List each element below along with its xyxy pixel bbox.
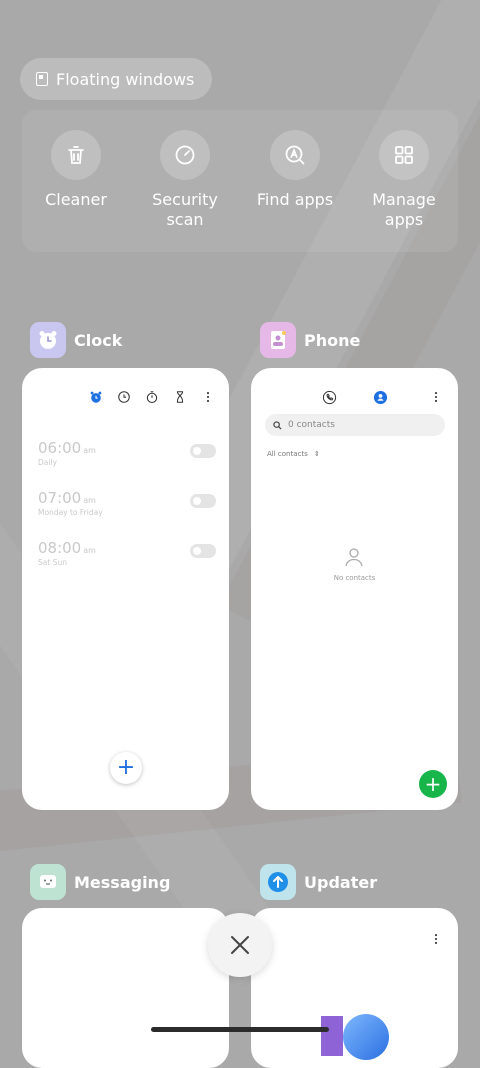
updater-illustration-block [321,1016,343,1056]
quick-tools-panel: Cleaner Security scan Find apps Manage a… [22,110,458,252]
manage-apps-circle [379,130,429,180]
search-icon [273,420,282,430]
alarm-repeat: Monday to Friday [38,508,103,517]
clock-app-icon [30,322,66,358]
clock-app-header[interactable]: Clock [30,322,122,358]
alarm-ampm: am [83,446,96,455]
chat-bubble-icon [40,875,56,888]
add-contact-button[interactable]: + [419,770,447,798]
more-options-icon[interactable] [429,390,443,404]
contacts-filter-dropdown[interactable]: All contacts ⇕ [267,450,320,458]
phone-book-icon [271,331,286,349]
alarm-repeat: Sat Sun [38,558,67,567]
close-icon [231,936,249,954]
contacts-search-placeholder: 0 contacts [288,420,335,430]
person-icon [345,548,363,567]
phone-app-header[interactable]: Phone [260,322,360,358]
close-all-button[interactable] [208,913,272,977]
clock-tabs [89,390,215,404]
add-alarm-button[interactable]: + [110,752,142,784]
world-clock-tab-icon[interactable] [117,390,131,404]
messaging-app-header[interactable]: Messaging [30,864,170,900]
alarm-time: 06:00 [38,439,82,457]
speedometer-icon [175,145,195,165]
alarm-repeat: Daily [38,458,57,467]
contacts-tab-icon[interactable] [373,390,388,405]
phone-app-name: Phone [304,330,361,350]
clock-app-name: Clock [74,330,123,350]
alarm-toggle[interactable] [190,444,216,458]
alarm-clock-icon [39,331,57,349]
floating-windows-label: Floating windows [56,69,195,89]
alarm-tab-icon[interactable] [89,390,103,404]
messaging-app-icon [30,864,66,900]
phone-app-icon [260,322,296,358]
security-scan-circle [160,130,210,180]
no-contacts-label: No contacts [333,574,376,582]
timer-tab-icon[interactable] [173,390,187,404]
phone-app-preview[interactable]: 0 contacts All contacts ⇕ No contacts + [251,368,458,810]
plus-icon: + [424,772,442,796]
updater-app-header[interactable]: Updater [260,864,377,900]
alarm-row[interactable]: 06:00 am Daily [38,438,216,467]
cleaner-label: Cleaner [45,190,107,209]
more-options-icon[interactable] [201,390,215,404]
trash-icon [68,146,84,164]
alarm-ampm: am [83,546,96,555]
stopwatch-tab-icon[interactable] [145,390,159,404]
alarm-time: 08:00 [38,539,82,557]
find-apps-label: Find apps [256,190,334,209]
alarm-row[interactable]: 08:00 am Sat Sun [38,538,216,567]
more-options-icon[interactable] [429,932,443,946]
updater-app-icon [260,864,296,900]
find-apps-button[interactable]: Find apps [245,130,345,210]
update-arrow-icon [268,872,288,892]
security-scan-label: Security scan [152,190,218,229]
messaging-app-name: Messaging [74,872,171,892]
updater-app-preview[interactable] [251,908,458,1068]
find-apps-circle [270,130,320,180]
security-scan-button[interactable]: Security scan [135,130,235,230]
alarm-time: 07:00 [38,489,82,507]
updater-app-name: Updater [304,872,378,892]
floating-window-icon [36,72,48,86]
clock-app-preview[interactable]: 06:00 am Daily 07:00 am Monday to Friday 0… [22,368,229,810]
manage-apps-button[interactable]: Manage apps [354,130,454,230]
alarm-toggle[interactable] [190,494,216,508]
alarm-toggle[interactable] [190,544,216,558]
cleaner-button[interactable]: Cleaner [26,130,126,210]
grid-icon [395,146,413,164]
alarm-row[interactable]: 07:00 am Monday to Friday [38,488,216,517]
home-indicator[interactable] [151,1027,329,1032]
plus-icon: + [116,755,136,780]
sort-arrows-icon: ⇕ [313,450,320,458]
messaging-app-preview[interactable] [22,908,229,1068]
call-log-tab-icon[interactable] [322,390,337,405]
find-apps-icon [285,145,305,165]
floating-windows-button[interactable]: Floating windows [20,58,213,100]
updater-illustration-circle [343,1014,389,1060]
contacts-search-bar[interactable]: 0 contacts [265,414,445,436]
contacts-filter-label: All contacts [267,450,308,458]
cleaner-circle [51,130,101,180]
manage-apps-label: Manage apps [372,190,436,229]
alarm-ampm: am [83,496,96,505]
